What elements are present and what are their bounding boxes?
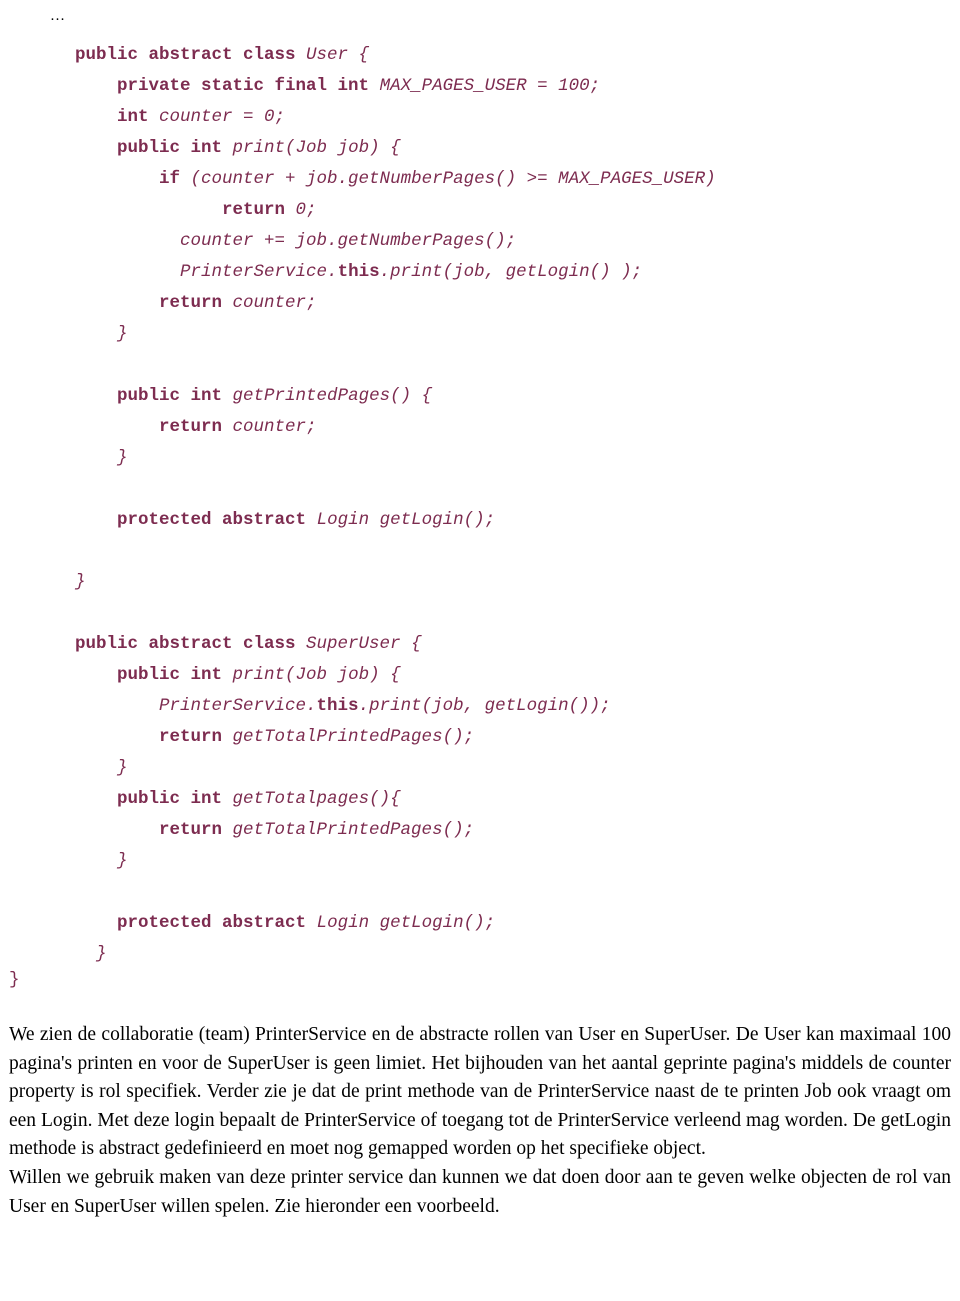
code-token: getPrintedPages() { <box>232 386 433 406</box>
code-token: if <box>159 169 191 189</box>
code-line: int counter = 0; <box>75 102 960 133</box>
code-token: } <box>75 851 128 871</box>
prose-section: We zien de collaboratie (team) PrinterSe… <box>9 1021 951 1221</box>
code-token: .print(job, getLogin()); <box>358 696 611 716</box>
code-token: int <box>117 107 160 127</box>
code-line: return getTotalPrintedPages(); <box>75 815 960 846</box>
code-token: } <box>75 758 128 778</box>
code-token: Login getLogin(); <box>316 510 496 530</box>
code-token: this <box>316 696 359 716</box>
paragraph-1: We zien de collaboratie (team) PrinterSe… <box>9 1024 951 1160</box>
code-token: counter += job.getNumberPages(); <box>180 231 517 251</box>
code-token: (counter + job.getNumberPages() >= MAX_P… <box>190 169 716 189</box>
code-token: getTotalpages(){ <box>232 789 401 809</box>
code-token: return <box>159 293 233 313</box>
code-line: return 0; <box>75 195 960 226</box>
code-line: } <box>75 939 960 970</box>
code-line: PrinterService.this.print(job, getLogin(… <box>75 257 960 288</box>
code-line: return counter; <box>75 288 960 319</box>
code-token: 0; <box>295 200 317 220</box>
code-token: public abstract class <box>75 634 307 654</box>
code-token: } <box>75 324 128 344</box>
code-token: return <box>159 820 233 840</box>
code-token: public int <box>117 665 233 685</box>
code-token: counter = 0; <box>159 107 286 127</box>
code-token: this <box>337 262 380 282</box>
code-token: public int <box>117 138 233 158</box>
code-token: SuperUser { <box>306 634 422 654</box>
code-token: getTotalPrintedPages(); <box>232 727 475 747</box>
code-line: protected abstract Login getLogin(); <box>75 505 960 536</box>
code-token: public int <box>117 386 233 406</box>
code-line: } <box>75 443 960 474</box>
java-code-listing: public abstract class User { private sta… <box>0 40 960 970</box>
code-token: User { <box>306 45 370 65</box>
code-token: print(Job job) { <box>232 138 401 158</box>
code-line: counter += job.getNumberPages(); <box>75 226 960 257</box>
code-token: print(Job job) { <box>232 665 401 685</box>
code-token: private static final int <box>117 76 380 96</box>
leading-ellipsis: … <box>50 8 66 24</box>
code-token: return <box>222 200 296 220</box>
code-token: public int <box>117 789 233 809</box>
code-token: protected abstract <box>117 913 317 933</box>
code-line: public abstract class SuperUser { <box>75 629 960 660</box>
code-token: protected abstract <box>117 510 317 530</box>
code-token: } <box>75 944 107 964</box>
code-line: protected abstract Login getLogin(); <box>75 908 960 939</box>
code-token: return <box>159 417 233 437</box>
code-line: } <box>75 753 960 784</box>
code-line: return getTotalPrintedPages(); <box>75 722 960 753</box>
code-line: public int print(Job job) { <box>75 133 960 164</box>
paragraph-2: Willen we gebruik maken van deze printer… <box>9 1166 951 1217</box>
code-token: counter; <box>232 417 317 437</box>
code-line: } <box>75 846 960 877</box>
code-token: } <box>75 572 86 592</box>
code-token: } <box>75 448 128 468</box>
code-token: public abstract class <box>75 45 307 65</box>
code-token: counter; <box>232 293 317 313</box>
code-line: return counter; <box>75 412 960 443</box>
code-line: public abstract class User { <box>75 40 960 71</box>
code-line: if (counter + job.getNumberPages() >= MA… <box>75 164 960 195</box>
code-line: private static final int MAX_PAGES_USER … <box>75 71 960 102</box>
code-line: public int getPrintedPages() { <box>75 381 960 412</box>
code-line: PrinterService.this.print(job, getLogin(… <box>75 691 960 722</box>
outer-closing-brace: } <box>9 970 20 990</box>
code-line: public int print(Job job) { <box>75 660 960 691</box>
code-token: return <box>159 727 233 747</box>
code-token: Login getLogin(); <box>316 913 496 933</box>
code-line: } <box>75 567 960 598</box>
code-token: getTotalPrintedPages(); <box>232 820 475 840</box>
code-token: MAX_PAGES_USER = 100; <box>379 76 601 96</box>
code-token: PrinterService. <box>159 696 317 716</box>
code-token: PrinterService. <box>180 262 338 282</box>
document-page: … public abstract class User { private s… <box>0 0 960 1301</box>
code-token: .print(job, getLogin() ); <box>379 262 643 282</box>
code-line: public int getTotalpages(){ <box>75 784 960 815</box>
code-line: } <box>75 319 960 350</box>
